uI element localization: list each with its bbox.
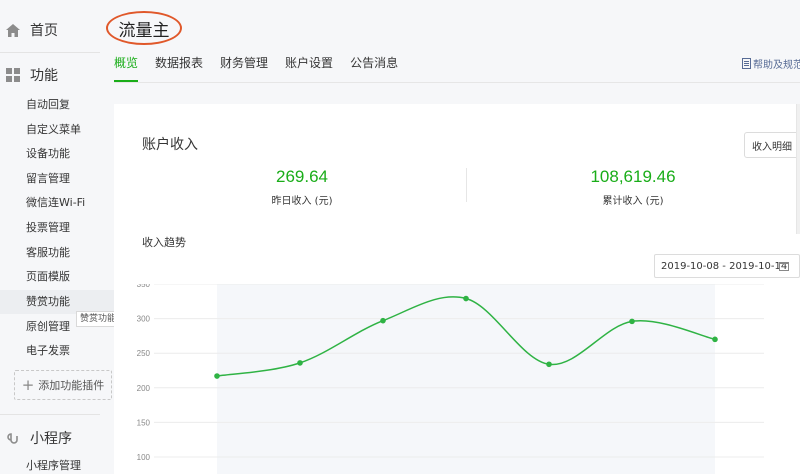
- yesterday-income-value: 269.64: [276, 167, 328, 186]
- tab-bar: 概览 数据报表 财务管理 账户设置 公告消息: [114, 54, 415, 82]
- sidebar-features-header: 功能: [0, 63, 58, 87]
- income-trend-title: 收入趋势: [142, 236, 186, 249]
- sidebar-divider: [0, 414, 100, 415]
- chart-y-tick-label: 350: [137, 284, 151, 289]
- income-detail-button[interactable]: 收入明细: [744, 132, 800, 158]
- tab-overview[interactable]: 概览: [114, 54, 139, 82]
- scroll-strip: [796, 104, 800, 234]
- chart-data-point: [297, 360, 303, 366]
- chart-data-point: [214, 373, 220, 379]
- account-income-title: 账户收入: [142, 137, 198, 153]
- total-income-label: 累计收入 (元): [602, 196, 664, 207]
- sidebar-item-customer-service[interactable]: 客服功能: [26, 244, 70, 262]
- sidebar-mini-program-header: 小程序: [0, 426, 72, 450]
- total-income-stat: 108,619.46 累计收入 (元): [568, 166, 698, 207]
- yesterday-income-stat: 269.64 昨日收入 (元): [242, 166, 362, 207]
- help-link[interactable]: 帮助及规范: [742, 56, 800, 71]
- sidebar-item-invoice[interactable]: 电子发票: [26, 342, 70, 360]
- chart-y-tick-label: 200: [137, 384, 151, 393]
- sidebar-features-label: 功能: [30, 68, 58, 84]
- tab-finance[interactable]: 财务管理: [220, 54, 268, 74]
- sidebar-divider: [0, 52, 100, 53]
- sidebar-item-wifi[interactable]: 微信连Wi-Fi: [26, 194, 85, 212]
- brand-logo: 流量主: [106, 11, 182, 45]
- sidebar-item-mini-program-manage[interactable]: 小程序管理: [26, 457, 81, 474]
- chart-plot-band: [217, 284, 715, 474]
- date-range-value: 2019-10-08 - 2019-10-14: [661, 260, 788, 272]
- sidebar-item-vote[interactable]: 投票管理: [26, 219, 70, 237]
- tab-announcements[interactable]: 公告消息: [350, 54, 398, 74]
- income-trend-chart: 350 300 250 200 150 100: [137, 284, 764, 474]
- chart-data-point: [463, 295, 469, 302]
- sidebar-home-label: 首页: [30, 23, 58, 39]
- sidebar-item-device[interactable]: 设备功能: [26, 145, 70, 163]
- header-divider: [114, 82, 800, 83]
- add-plugin-label: 添加功能插件: [38, 379, 105, 392]
- chart-data-point: [712, 336, 718, 343]
- income-card: 账户收入 收入明细 269.64 昨日收入 (元) 108,619.46 累计收…: [114, 104, 800, 474]
- mini-program-icon: [4, 429, 22, 447]
- chart-data-point: [380, 317, 386, 324]
- chart-y-tick-label: 150: [137, 418, 151, 427]
- date-range-picker[interactable]: 2019-10-08 - 2019-10-14: [654, 254, 800, 278]
- chart-y-tick-label: 100: [137, 453, 151, 462]
- sidebar-item-auto-reply[interactable]: 自动回复: [26, 96, 70, 114]
- chart-y-tick-label: 300: [137, 315, 151, 324]
- sidebar-mini-program-label: 小程序: [30, 431, 72, 447]
- total-income-value: 108,619.46: [590, 167, 676, 186]
- chart-data-point: [546, 361, 552, 368]
- add-plugin-button[interactable]: + 添加功能插件: [14, 370, 112, 400]
- sidebar-item-messages[interactable]: 留言管理: [26, 170, 70, 188]
- sidebar-item-custom-menu[interactable]: 自定义菜单: [26, 121, 81, 139]
- sidebar-item-page-template[interactable]: 页面模版: [26, 268, 70, 286]
- brand-title: 流量主: [118, 20, 170, 41]
- chart-y-tick-label: 250: [137, 349, 151, 358]
- sidebar-home[interactable]: 首页: [0, 18, 58, 42]
- stat-divider: [466, 168, 467, 202]
- help-label: 帮助及规范: [753, 60, 800, 71]
- tab-account-settings[interactable]: 账户设置: [285, 54, 333, 74]
- tab-reports[interactable]: 数据报表: [155, 54, 203, 74]
- document-icon: [742, 58, 751, 69]
- plus-icon: +: [21, 375, 35, 394]
- sidebar: 首页 功能 自动回复 自定义菜单 设备功能 留言管理 微信连Wi-Fi 投票管理…: [0, 0, 114, 474]
- yesterday-income-label: 昨日收入 (元): [271, 196, 333, 207]
- sidebar-item-original[interactable]: 原创管理: [26, 318, 70, 336]
- grid-icon: [4, 66, 22, 84]
- calendar-icon: [779, 262, 789, 271]
- home-icon: [4, 21, 22, 39]
- chart-data-point: [629, 318, 635, 325]
